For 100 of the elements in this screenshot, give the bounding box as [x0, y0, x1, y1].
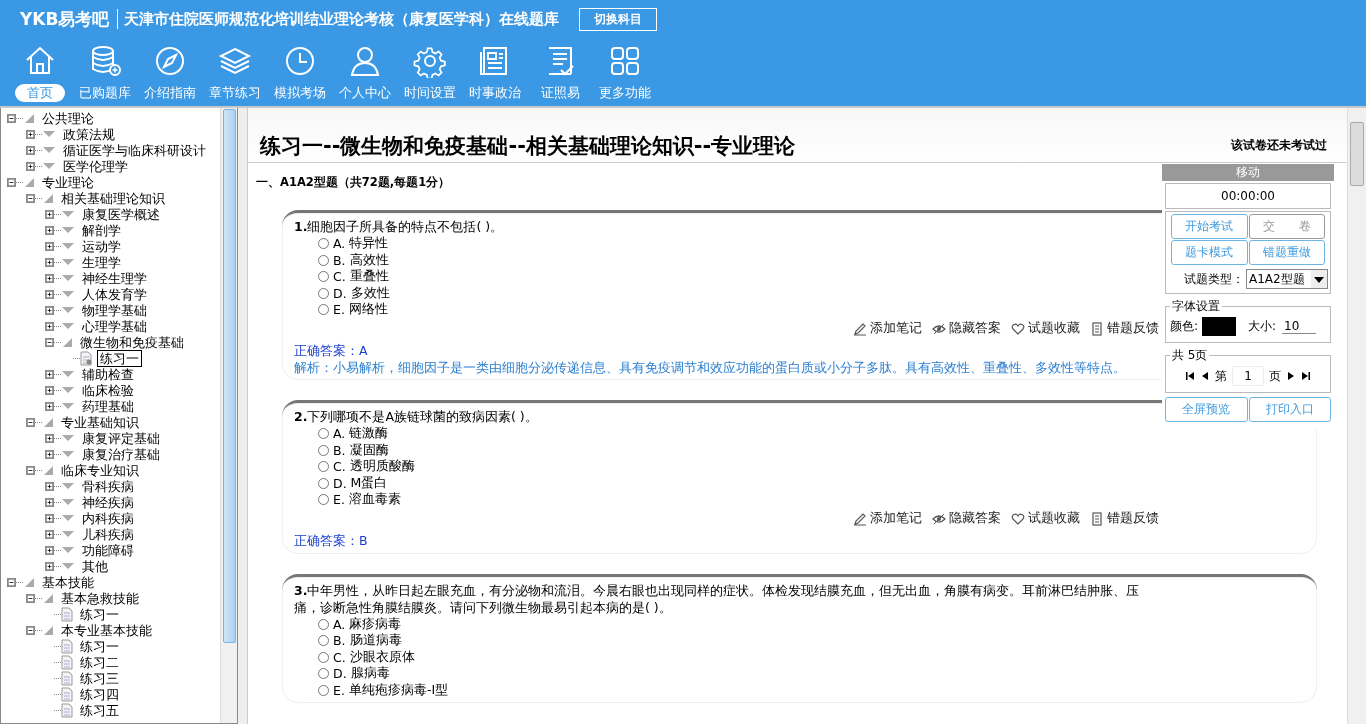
action-link[interactable]: 隐藏答案: [932, 320, 1001, 337]
radio-button[interactable]: [318, 668, 329, 680]
tree-item[interactable]: 练习三: [78, 670, 121, 686]
tree-item[interactable]: 练习四: [78, 686, 121, 702]
tree-item[interactable]: 练习一: [97, 349, 142, 367]
action-link[interactable]: 添加笔记: [853, 320, 922, 337]
collapse-icon[interactable]: [26, 625, 35, 635]
action-link[interactable]: 试题收藏: [1011, 510, 1080, 527]
expand-icon[interactable]: [45, 241, 54, 251]
tree-item[interactable]: 其他: [80, 558, 110, 574]
tree-item[interactable]: 临床检验: [80, 382, 136, 398]
expand-icon[interactable]: [45, 561, 54, 571]
tree-item[interactable]: 康复治疗基础: [80, 446, 162, 462]
tree-item[interactable]: 药理基础: [80, 398, 136, 414]
radio-button[interactable]: [318, 477, 329, 489]
collapse-icon[interactable]: [26, 417, 35, 427]
radio-button[interactable]: [318, 618, 329, 630]
size-field[interactable]: 10: [1282, 319, 1317, 334]
last-page-icon[interactable]: [1301, 371, 1311, 381]
tree-item[interactable]: 循证医学与临床科研设计: [61, 142, 208, 158]
expand-icon[interactable]: [45, 225, 54, 235]
action-link[interactable]: 错题反馈: [1090, 320, 1159, 337]
expand-icon[interactable]: [26, 145, 35, 155]
tree-item[interactable]: 人体发育学: [80, 286, 149, 302]
expand-icon[interactable]: [26, 161, 35, 171]
tree-item[interactable]: 医学伦理学: [61, 158, 130, 174]
previous-page-icon[interactable]: [1200, 371, 1210, 381]
tree-item[interactable]: 骨科疾病: [80, 478, 136, 494]
collapse-icon[interactable]: [26, 465, 35, 475]
tree-item[interactable]: 相关基础理论知识: [59, 190, 167, 206]
collapse-icon[interactable]: [7, 113, 16, 123]
expand-icon[interactable]: [45, 449, 54, 459]
tree-item[interactable]: 公共理论: [40, 110, 96, 126]
tree-item[interactable]: 政策法规: [61, 126, 117, 142]
tree-item[interactable]: 专业理论: [40, 174, 96, 190]
radio-button[interactable]: [318, 304, 329, 316]
action-link[interactable]: 隐藏答案: [932, 510, 1001, 527]
tree-item[interactable]: 辅助检查: [80, 366, 136, 382]
tree-item[interactable]: 神经生理学: [80, 270, 149, 286]
scrollbar[interactable]: [220, 108, 237, 723]
radio-button[interactable]: [318, 444, 329, 456]
type-dropdown[interactable]: A1A2型题: [1246, 269, 1328, 289]
action-link[interactable]: 添加笔记: [853, 510, 922, 527]
tree-item[interactable]: 儿科疾病: [80, 526, 136, 542]
tree-item[interactable]: 心理学基础: [80, 318, 149, 334]
tree-item[interactable]: 临床专业知识: [59, 462, 141, 478]
radio-button[interactable]: [318, 494, 329, 506]
radio-button[interactable]: [318, 428, 329, 440]
radio-button[interactable]: [318, 684, 329, 696]
collapse-icon[interactable]: [26, 193, 35, 203]
action-link[interactable]: 错题反馈: [1090, 510, 1159, 527]
collapse-icon[interactable]: [45, 337, 54, 347]
expand-icon[interactable]: [45, 497, 54, 507]
radio-button[interactable]: [318, 635, 329, 647]
expand-icon[interactable]: [45, 433, 54, 443]
first-page-icon[interactable]: [1185, 371, 1195, 381]
scrollbar[interactable]: [1347, 108, 1366, 724]
expand-icon[interactable]: [45, 545, 54, 555]
action-link[interactable]: 试题收藏: [1011, 320, 1080, 337]
expand-icon[interactable]: [45, 305, 54, 315]
tree-item[interactable]: 练习五: [78, 702, 121, 718]
tree-item[interactable]: 物理学基础: [80, 302, 149, 318]
expand-icon[interactable]: [45, 529, 54, 539]
radio-button[interactable]: [318, 271, 329, 283]
expand-icon[interactable]: [45, 513, 54, 523]
tree-item[interactable]: 练习一: [78, 638, 121, 654]
expand-icon[interactable]: [26, 129, 35, 139]
expand-icon[interactable]: [45, 289, 54, 299]
radio-button[interactable]: [318, 461, 329, 473]
expand-icon[interactable]: [45, 209, 54, 219]
tree-item[interactable]: 运动学: [80, 238, 123, 254]
expand-icon[interactable]: [45, 401, 54, 411]
expand-icon[interactable]: [45, 257, 54, 267]
collapse-icon[interactable]: [26, 593, 35, 603]
tree-item[interactable]: 本专业基本技能: [59, 622, 154, 638]
tree-item[interactable]: 生理学: [80, 254, 123, 270]
tree-item[interactable]: 练习二: [78, 654, 121, 670]
color-swatch[interactable]: [1202, 317, 1237, 336]
next-page-icon[interactable]: [1286, 371, 1296, 381]
tree-item[interactable]: 康复医学概述: [80, 206, 162, 222]
tree-item[interactable]: 微生物和免疫基础: [78, 334, 186, 350]
page-field[interactable]: 1: [1232, 366, 1264, 386]
tree-item[interactable]: 基本急救技能: [59, 590, 141, 606]
tree-item[interactable]: 康复评定基础: [80, 430, 162, 446]
collapse-icon[interactable]: [7, 577, 16, 587]
tree-item[interactable]: 内科疾病: [80, 510, 136, 526]
expand-icon[interactable]: [45, 321, 54, 331]
tree-item[interactable]: 基本技能: [40, 574, 96, 590]
tree-item[interactable]: 练习一: [78, 606, 121, 622]
tree-item[interactable]: 解剖学: [80, 222, 123, 238]
tree-item[interactable]: 神经疾病: [80, 494, 136, 510]
radio-button[interactable]: [318, 651, 329, 663]
radio-button[interactable]: [318, 238, 329, 250]
expand-icon[interactable]: [45, 369, 54, 379]
expand-icon[interactable]: [45, 481, 54, 491]
expand-icon[interactable]: [45, 273, 54, 283]
radio-button[interactable]: [318, 254, 329, 266]
tree-item[interactable]: 功能障碍: [80, 542, 136, 558]
expand-icon[interactable]: [45, 385, 54, 395]
radio-button[interactable]: [318, 287, 329, 299]
